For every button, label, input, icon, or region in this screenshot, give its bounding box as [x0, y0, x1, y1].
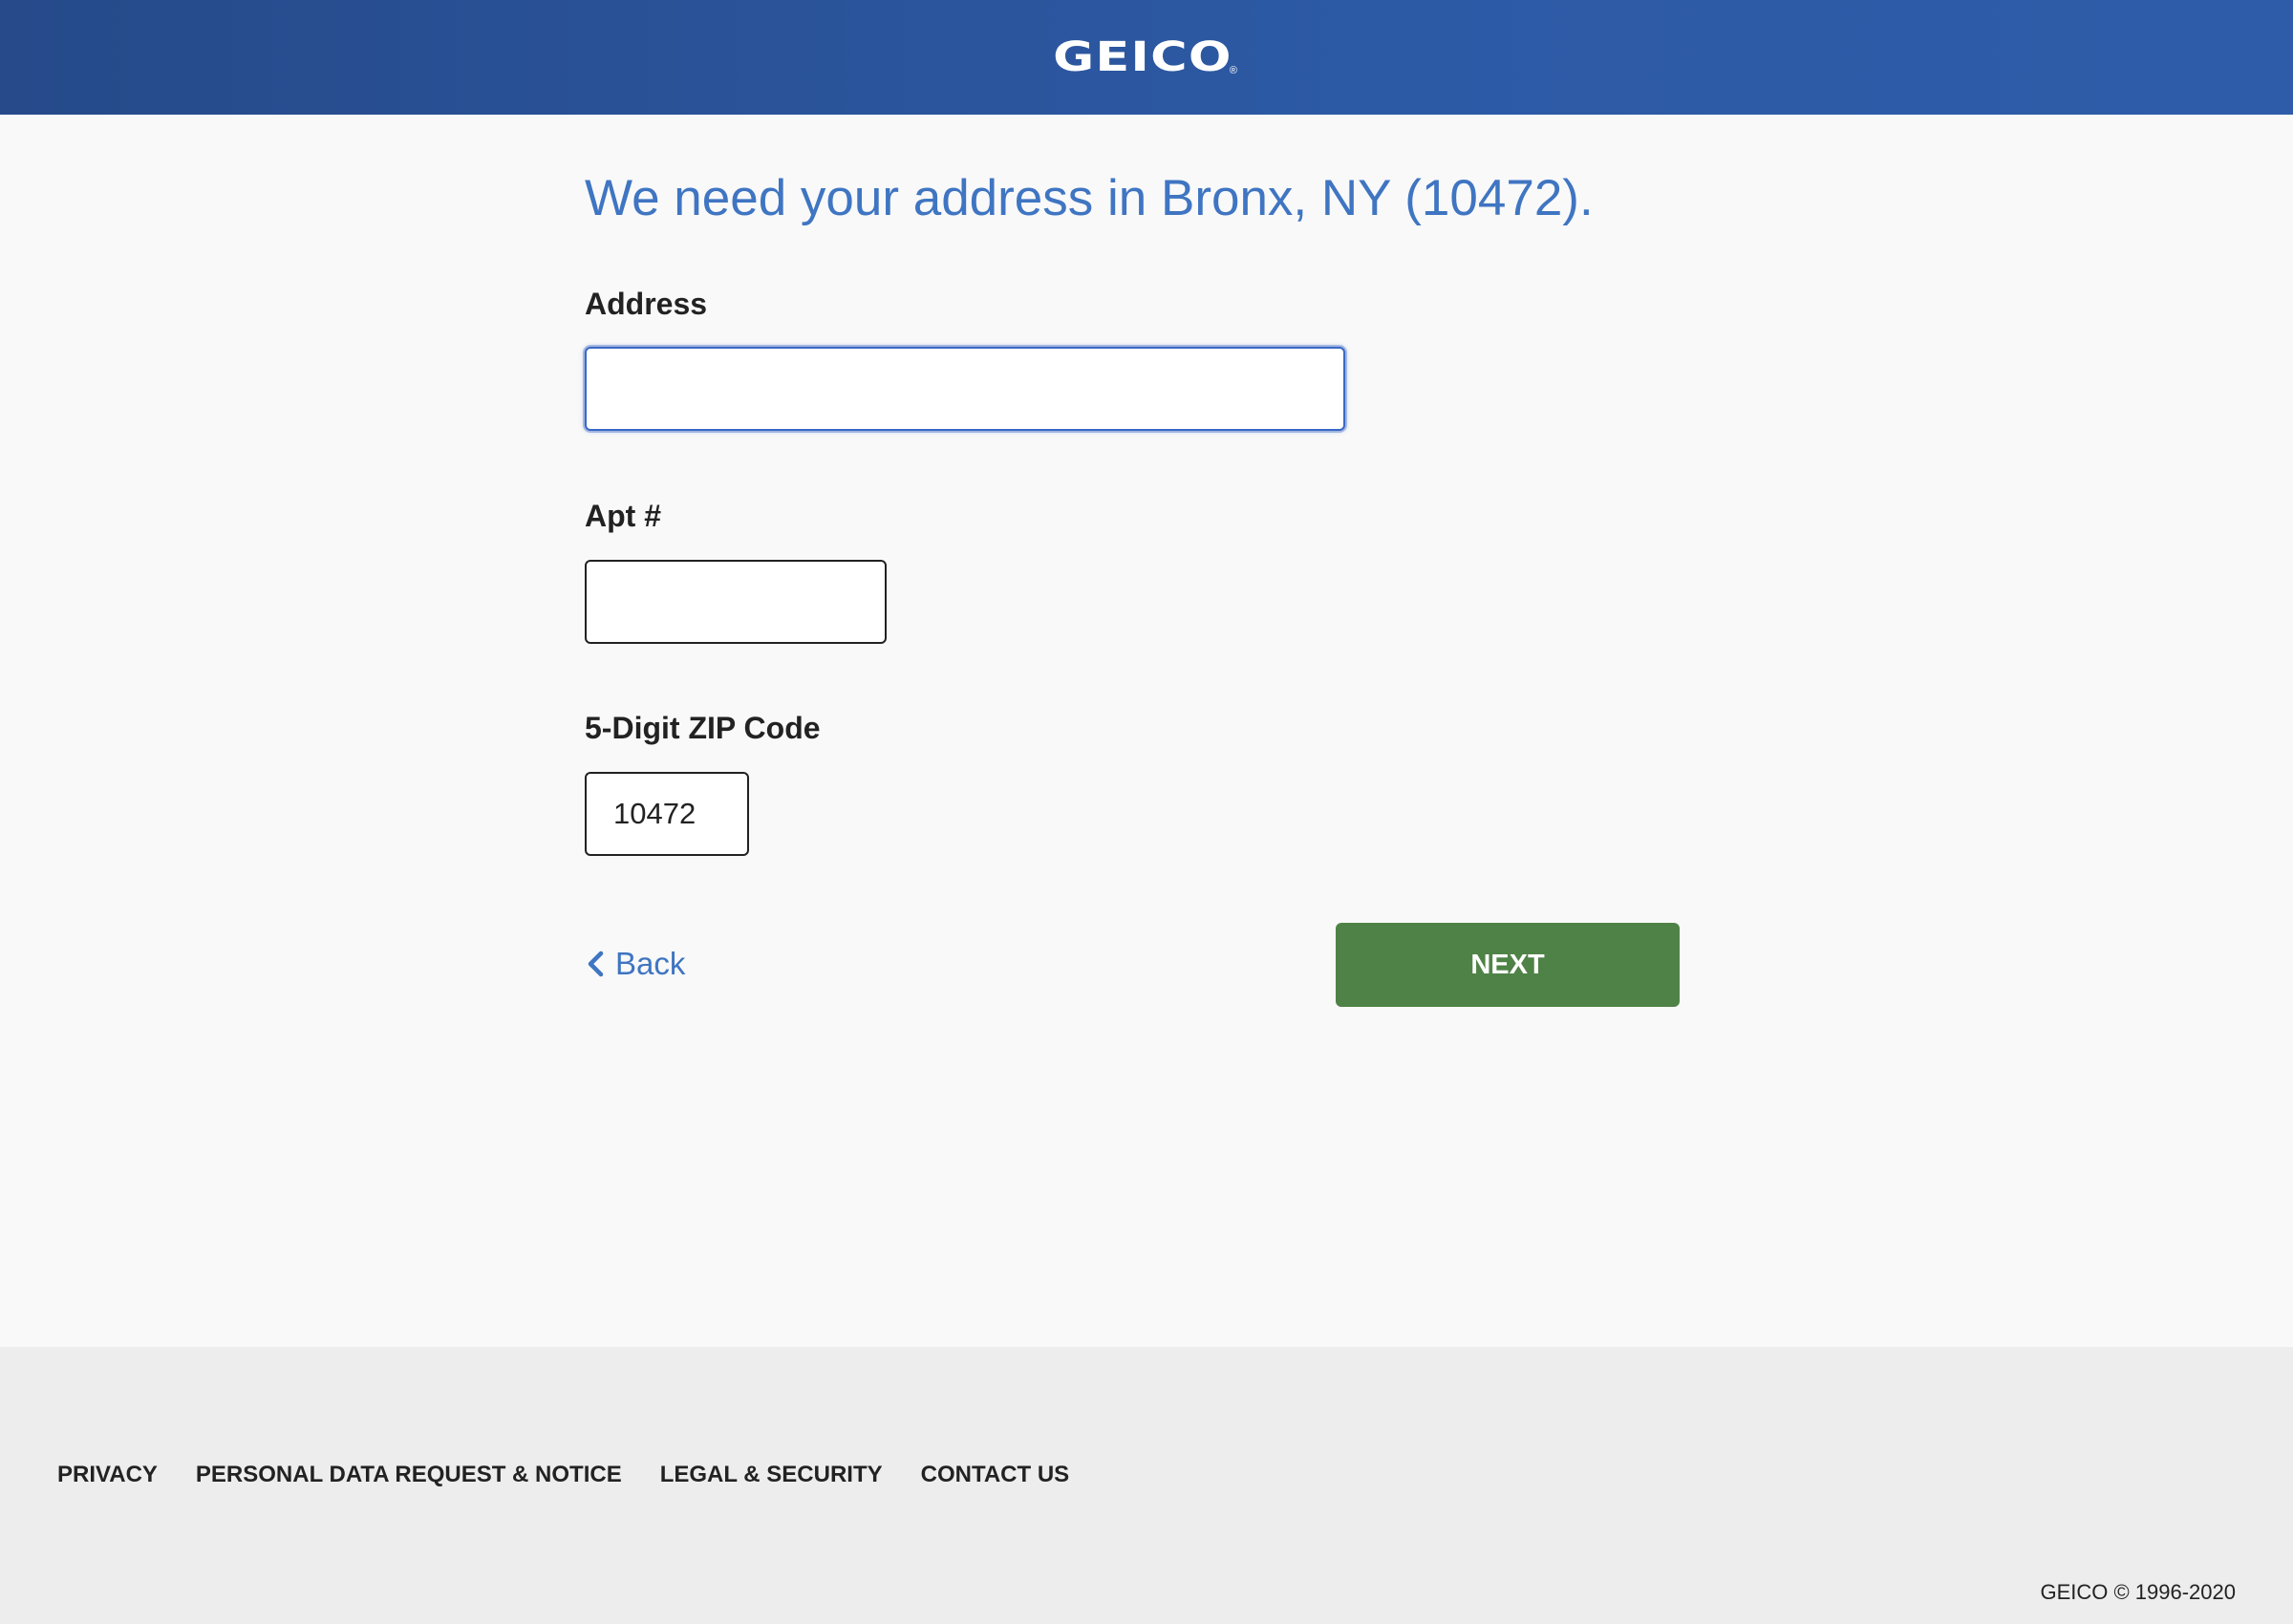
footer-nav: PRIVACY PERSONAL DATA REQUEST & NOTICE L… [57, 1462, 1107, 1488]
copyright-text: GEICO © 1996-2020 [2040, 1580, 2236, 1604]
apt-input[interactable] [585, 560, 887, 644]
geico-logo[interactable]: GEICO ® [0, 0, 2293, 115]
footer-link-contact-us[interactable]: CONTACT US [921, 1462, 1070, 1488]
zip-label: 5-Digit ZIP Code [585, 711, 821, 745]
zip-input[interactable] [585, 772, 749, 856]
footer-link-legal-security[interactable]: LEGAL & SECURITY [660, 1462, 883, 1488]
chevron-left-icon [588, 951, 604, 977]
footer-link-personal-data[interactable]: PERSONAL DATA REQUEST & NOTICE [196, 1462, 622, 1488]
back-link[interactable]: Back [585, 946, 685, 982]
back-label: Back [615, 946, 686, 981]
site-header: GEICO ® [0, 0, 2293, 115]
site-footer: PRIVACY PERSONAL DATA REQUEST & NOTICE L… [0, 1347, 2293, 1624]
address-input[interactable] [585, 347, 1345, 431]
address-label: Address [585, 287, 708, 321]
logo-registered-mark: ® [1229, 65, 1237, 76]
page-title: We need your address in Bronx, NY (10472… [585, 170, 1594, 226]
logo-text: GEICO [1053, 33, 1232, 81]
footer-link-privacy[interactable]: PRIVACY [57, 1462, 158, 1488]
next-button[interactable]: NEXT [1336, 923, 1680, 1007]
apt-label: Apt # [585, 499, 661, 533]
